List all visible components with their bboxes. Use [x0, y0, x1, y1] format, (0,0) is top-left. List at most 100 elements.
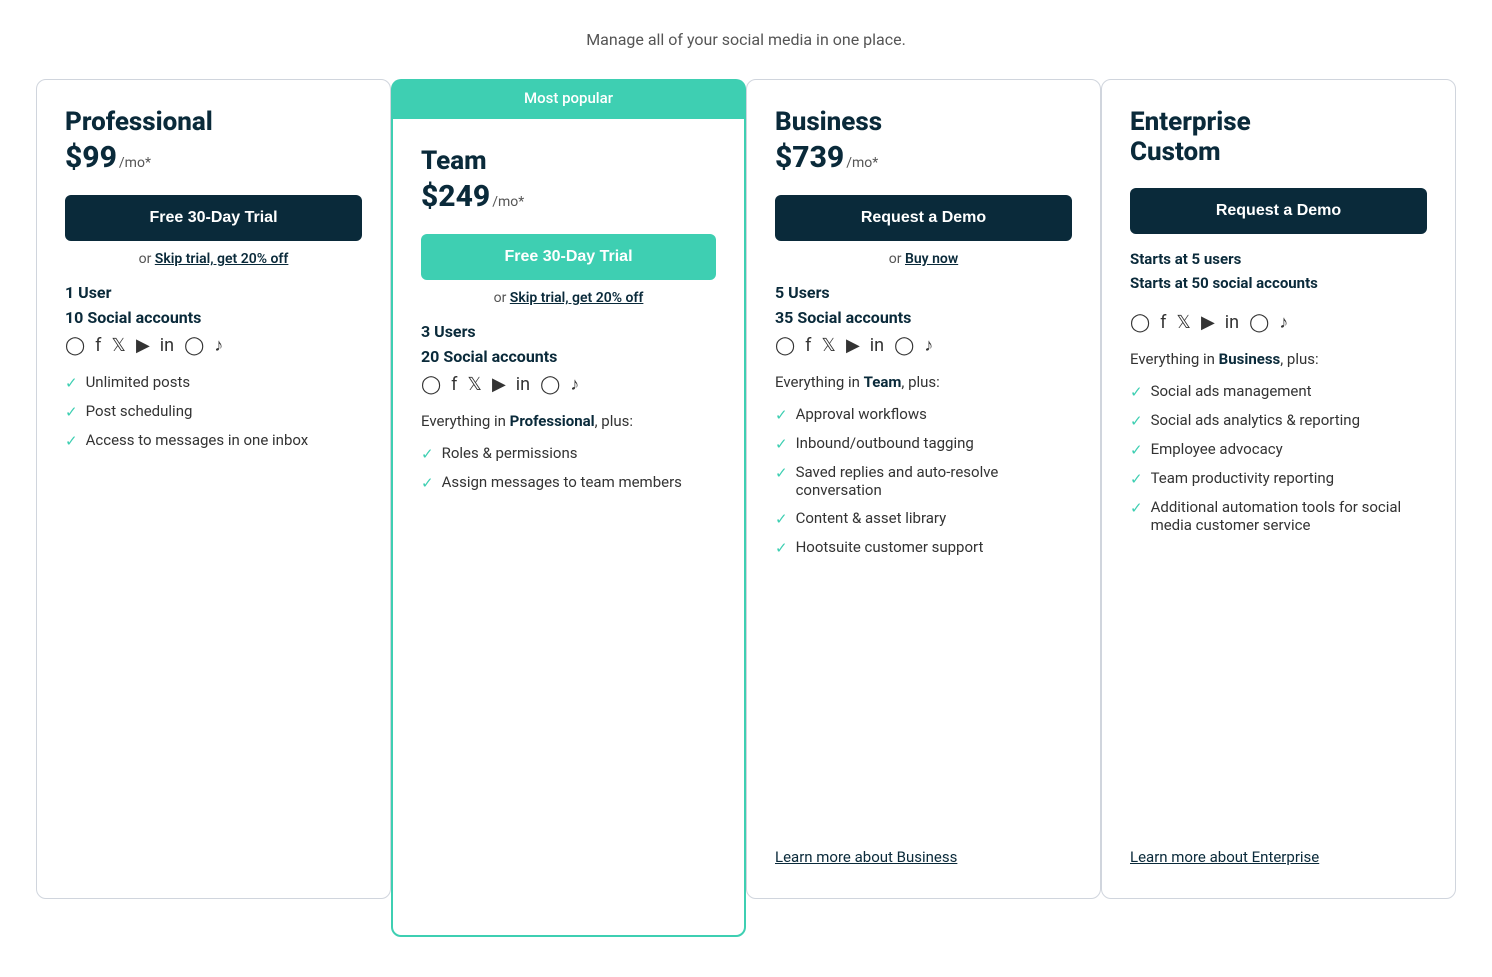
plans-container: Professional $99 /mo* Free 30-Day Trial … — [36, 79, 1456, 937]
business-price: $739 — [775, 140, 844, 175]
instagram-icon: ◯ — [421, 376, 441, 394]
twitter-icon: 𝕏 — [1176, 314, 1191, 332]
tiktok-icon: ♪ — [1279, 314, 1288, 332]
business-plan-name: Business — [775, 108, 1072, 138]
check-icon: ✓ — [775, 510, 788, 528]
enterprise-features: ✓Social ads management ✓Social ads analy… — [1130, 382, 1427, 681]
youtube-icon: ▶ — [136, 337, 150, 355]
business-social-accounts: 35 Social accounts — [775, 308, 1072, 327]
feature-employee-advocacy: ✓Employee advocacy — [1130, 440, 1427, 459]
tiktok-icon: ♪ — [570, 376, 579, 394]
team-plan-name: Team — [421, 147, 716, 177]
professional-plan-name: Professional — [65, 108, 362, 138]
twitter-icon: 𝕏 — [111, 337, 126, 355]
business-demo-button[interactable]: Request a Demo — [775, 195, 1072, 241]
enterprise-starts-at-accounts: Starts at 50 social accounts — [1130, 274, 1427, 292]
page-subtitle: Manage all of your social media in one p… — [586, 30, 906, 49]
check-icon: ✓ — [421, 474, 434, 492]
enterprise-starts-at-users: Starts at 5 users — [1130, 250, 1427, 268]
professional-skip-anchor[interactable]: Skip trial, get 20% off — [155, 251, 289, 267]
plan-business: Business $739 /mo* Request a Demo or Buy… — [746, 79, 1101, 899]
check-icon: ✓ — [65, 374, 78, 392]
professional-social-accounts: 10 Social accounts — [65, 308, 362, 327]
team-social-icons: ◯ f 𝕏 ▶ in ◯ ♪ — [421, 376, 716, 394]
business-learn-more-link[interactable]: Learn more about Business — [775, 828, 1072, 866]
pinterest-icon: ◯ — [184, 337, 204, 355]
feature-automation-tools: ✓Additional automation tools for social … — [1130, 498, 1427, 534]
team-trial-button[interactable]: Free 30-Day Trial — [421, 234, 716, 280]
facebook-icon: f — [805, 337, 811, 355]
enterprise-demo-button[interactable]: Request a Demo — [1130, 188, 1427, 234]
feature-assign-messages: ✓Assign messages to team members — [421, 473, 716, 492]
instagram-icon: ◯ — [1130, 314, 1150, 332]
facebook-icon: f — [451, 376, 457, 394]
team-skip-link: or Skip trial, get 20% off — [421, 290, 716, 306]
business-period: /mo* — [846, 155, 878, 171]
instagram-icon: ◯ — [65, 337, 85, 355]
feature-social-ads-analytics: ✓Social ads analytics & reporting — [1130, 411, 1427, 430]
team-period: /mo* — [492, 194, 524, 210]
team-social-accounts: 20 Social accounts — [421, 347, 716, 366]
feature-roles: ✓Roles & permissions — [421, 444, 716, 463]
check-icon: ✓ — [775, 435, 788, 453]
enterprise-learn-more-link[interactable]: Learn more about Enterprise — [1130, 828, 1427, 866]
check-icon: ✓ — [1130, 499, 1143, 517]
pinterest-icon: ◯ — [540, 376, 560, 394]
linkedin-icon: in — [1225, 314, 1239, 332]
business-features: ✓Approval workflows ✓Inbound/outbound ta… — [775, 405, 1072, 693]
feature-inbound-outbound: ✓Inbound/outbound tagging — [775, 434, 1072, 453]
youtube-icon: ▶ — [846, 337, 860, 355]
youtube-icon: ▶ — [492, 376, 506, 394]
business-users: 5 Users — [775, 283, 1072, 302]
plan-card-business: Business $739 /mo* Request a Demo or Buy… — [746, 79, 1101, 899]
plan-card-team: Team $249 /mo* Free 30-Day Trial or Skip… — [391, 117, 746, 937]
instagram-icon: ◯ — [775, 337, 795, 355]
tiktok-icon: ♪ — [924, 337, 933, 355]
business-everything-in: Everything in Team, plus: — [775, 373, 1072, 391]
check-icon: ✓ — [775, 464, 788, 482]
plan-team: Most popular Team $249 /mo* Free 30-Day … — [391, 79, 746, 937]
check-icon: ✓ — [1130, 441, 1143, 459]
team-skip-anchor[interactable]: Skip trial, get 20% off — [510, 290, 644, 306]
feature-content-library: ✓Content & asset library — [775, 509, 1072, 528]
team-users: 3 Users — [421, 322, 716, 341]
feature-approval-workflows: ✓Approval workflows — [775, 405, 1072, 424]
tiktok-icon: ♪ — [214, 337, 223, 355]
facebook-icon: f — [95, 337, 101, 355]
pinterest-icon: ◯ — [894, 337, 914, 355]
enterprise-everything-in: Everything in Business, plus: — [1130, 350, 1427, 368]
professional-trial-button[interactable]: Free 30-Day Trial — [65, 195, 362, 241]
check-icon: ✓ — [421, 445, 434, 463]
check-icon: ✓ — [65, 403, 78, 421]
enterprise-social-icons: ◯ f 𝕏 ▶ in ◯ ♪ — [1130, 314, 1427, 332]
pinterest-icon: ◯ — [1249, 314, 1269, 332]
check-icon: ✓ — [1130, 412, 1143, 430]
feature-team-productivity: ✓Team productivity reporting — [1130, 469, 1427, 488]
team-price: $249 — [421, 179, 490, 214]
check-icon: ✓ — [775, 406, 788, 424]
feature-unlimited-posts: ✓Unlimited posts — [65, 373, 362, 392]
plan-card-professional: Professional $99 /mo* Free 30-Day Trial … — [36, 79, 391, 899]
professional-price: $99 — [65, 140, 117, 175]
professional-users: 1 User — [65, 283, 362, 302]
linkedin-icon: in — [870, 337, 884, 355]
youtube-icon: ▶ — [1201, 314, 1215, 332]
feature-post-scheduling: ✓Post scheduling — [65, 402, 362, 421]
check-icon: ✓ — [65, 432, 78, 450]
business-buy-link: or Buy now — [775, 251, 1072, 267]
feature-hootsuite-support: ✓Hootsuite customer support — [775, 538, 1072, 557]
professional-period: /mo* — [119, 155, 151, 171]
check-icon: ✓ — [775, 539, 788, 557]
feature-messages-inbox: ✓Access to messages in one inbox — [65, 431, 362, 450]
business-buy-anchor[interactable]: Buy now — [905, 251, 958, 267]
business-social-icons: ◯ f 𝕏 ▶ in ◯ ♪ — [775, 337, 1072, 355]
facebook-icon: f — [1160, 314, 1166, 332]
team-everything-in: Everything in Professional, plus: — [421, 412, 716, 430]
professional-features: ✓Unlimited posts ✓Post scheduling ✓Acces… — [65, 373, 362, 866]
plan-professional: Professional $99 /mo* Free 30-Day Trial … — [36, 79, 391, 899]
professional-social-icons: ◯ f 𝕏 ▶ in ◯ ♪ — [65, 337, 362, 355]
feature-social-ads-mgmt: ✓Social ads management — [1130, 382, 1427, 401]
linkedin-icon: in — [160, 337, 174, 355]
plan-card-enterprise: EnterpriseCustom Request a Demo Starts a… — [1101, 79, 1456, 899]
check-icon: ✓ — [1130, 470, 1143, 488]
